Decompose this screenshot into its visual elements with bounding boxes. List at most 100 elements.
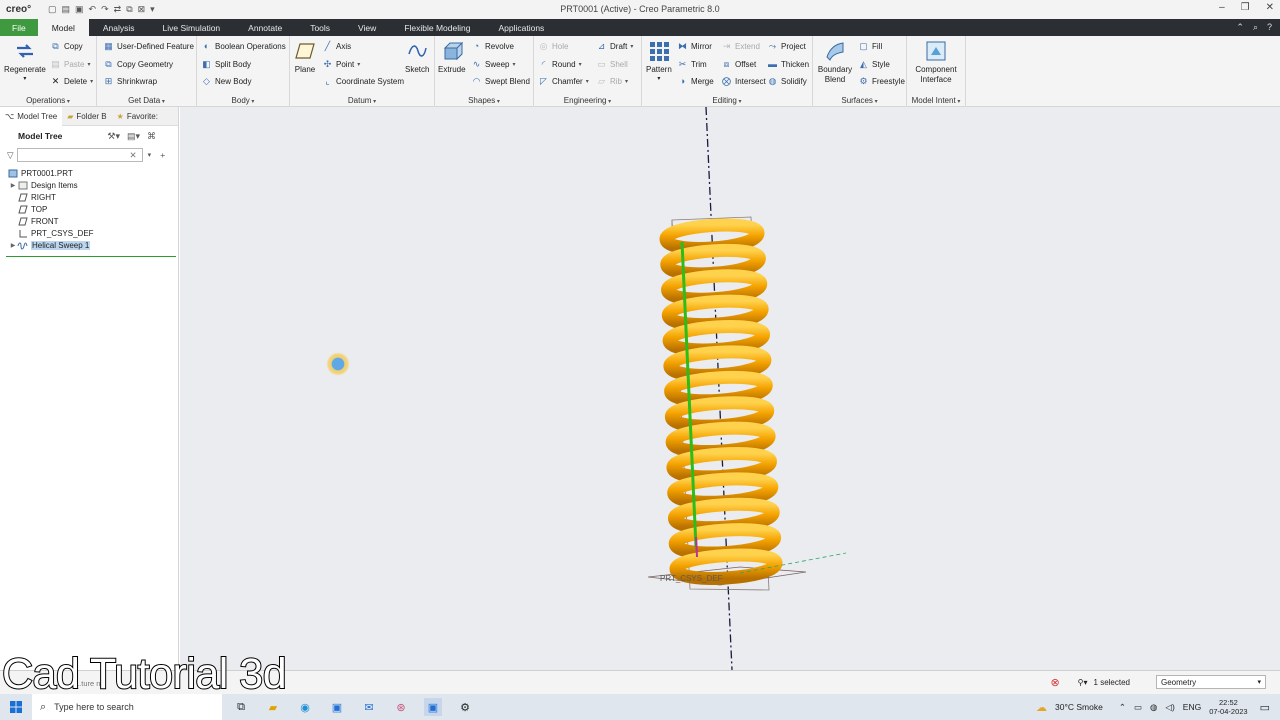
weather-text[interactable]: 30°C Smoke <box>1055 702 1103 712</box>
trim-button[interactable]: ✂ Trim <box>677 58 707 70</box>
expand-icon[interactable]: ▶ <box>9 182 17 189</box>
file-explorer-icon[interactable]: ▰ <box>264 698 282 716</box>
get-data-group-title[interactable]: Get Data <box>97 96 196 105</box>
round-button[interactable]: ◜ Round <box>538 58 582 70</box>
tab-file[interactable]: File <box>0 19 38 36</box>
notifications-icon[interactable]: ▭ <box>1260 701 1270 714</box>
start-button[interactable] <box>0 701 32 713</box>
project-button[interactable]: ⤳ Project <box>767 40 806 52</box>
sketch-button[interactable]: Sketch <box>405 40 429 75</box>
spring-model[interactable]: PRT_CSYS_DEF <box>180 107 1280 670</box>
tree-item-part[interactable]: PRT0001.PRT <box>0 167 178 179</box>
graphics-window[interactable]: PRT_CSYS_DEF <box>180 107 1280 670</box>
hole-button[interactable]: ◎ Hole <box>538 40 569 52</box>
tab-view[interactable]: View <box>344 19 390 36</box>
point-button[interactable]: ✣ Point <box>322 58 360 70</box>
customize-icon[interactable]: ▾ <box>150 4 155 15</box>
editing-group-title[interactable]: Editing <box>642 96 812 105</box>
redo-icon[interactable]: ↷ <box>101 4 109 15</box>
close-window-icon[interactable]: ⊠ <box>138 4 146 15</box>
datum-group-title[interactable]: Datum <box>290 96 434 105</box>
find-icon[interactable]: ⚲▾ <box>1078 678 1088 687</box>
tree-item-right[interactable]: RIGHT <box>0 191 178 203</box>
tree-item-front[interactable]: FRONT <box>0 215 178 227</box>
filter-icon[interactable]: ▽ <box>7 150 14 161</box>
regenerate-small-icon[interactable]: ⇄ <box>114 4 122 15</box>
network-icon[interactable]: ◍ <box>1150 702 1157 713</box>
clock[interactable]: 22:52 07-04-2023 <box>1209 698 1247 716</box>
shapes-group-title[interactable]: Shapes <box>435 96 533 105</box>
tray-app-icon[interactable]: ▭ <box>1134 702 1142 713</box>
tab-annotate[interactable]: Annotate <box>234 19 296 36</box>
extrude-button[interactable]: Extrude <box>438 40 466 75</box>
fill-button[interactable]: ▢ Fill <box>858 40 882 52</box>
search-icon[interactable]: ⌕ <box>1253 22 1258 33</box>
active-window-icon[interactable]: ▣ <box>424 698 442 716</box>
boundary-blend-button[interactable]: Boundary Blend <box>816 40 854 84</box>
user-defined-feature-button[interactable]: ▦ User-Defined Feature <box>103 40 194 52</box>
tab-applications[interactable]: Applications <box>484 19 558 36</box>
add-icon[interactable]: + <box>160 150 165 160</box>
solidify-button[interactable]: ◍ Solidify <box>767 75 807 87</box>
creo-app-icon[interactable]: ⊛ <box>392 698 410 716</box>
expand-icon[interactable]: ▶ <box>9 242 17 249</box>
tree-item-csys[interactable]: PRT_CSYS_DEF <box>0 227 178 239</box>
clear-search-icon[interactable]: ✕ <box>130 150 137 161</box>
search-dropdown-icon[interactable]: ▾ <box>148 151 152 159</box>
paste-button[interactable]: ▤ Paste <box>50 58 90 70</box>
tab-favorites[interactable]: ★ Favorite: <box>112 107 163 126</box>
stop-icon[interactable]: ⊗ <box>1050 676 1059 689</box>
tab-live-simulation[interactable]: Live Simulation <box>149 19 235 36</box>
split-body-button[interactable]: ◧ Split Body <box>201 58 251 70</box>
shrinkwrap-button[interactable]: ⊞ Shrinkwrap <box>103 75 157 87</box>
insert-here-indicator[interactable] <box>6 256 176 257</box>
delete-button[interactable]: ✕ Delete <box>50 75 93 87</box>
tab-model[interactable]: Model <box>37 19 89 36</box>
sweep-button[interactable]: ∿ Sweep <box>471 58 515 70</box>
body-group-title[interactable]: Body <box>197 96 289 105</box>
selection-filter-select[interactable]: Geometry ▾ <box>1156 675 1266 689</box>
task-view-icon[interactable]: ⧉ <box>232 698 250 716</box>
copy-button[interactable]: ⧉ Copy <box>50 40 82 52</box>
operations-group-title[interactable]: Operations <box>0 96 96 105</box>
store-icon[interactable]: ▣ <box>328 698 346 716</box>
tree-search-input[interactable] <box>16 148 143 162</box>
tab-flexible-modeling[interactable]: Flexible Modeling <box>390 19 484 36</box>
rib-button[interactable]: ▱ Rib <box>596 75 628 87</box>
open-icon[interactable]: ▤ <box>62 4 71 15</box>
shell-button[interactable]: ▭ Shell <box>596 58 628 70</box>
component-interface-button[interactable]: Component Interface <box>910 40 962 84</box>
chamfer-button[interactable]: ◸ Chamfer <box>538 75 589 87</box>
copy-geometry-button[interactable]: ⧉ Copy Geometry <box>103 58 173 70</box>
revolve-button[interactable]: ◔ Revolve <box>471 40 514 52</box>
tab-folder-browser[interactable]: ▰ Folder B <box>62 107 111 126</box>
tree-settings-icon[interactable]: ⚒▾ <box>107 131 120 142</box>
minimize-icon[interactable]: – <box>1219 2 1225 13</box>
tree-item-top[interactable]: TOP <box>0 203 178 215</box>
draft-button[interactable]: ⊿ Draft <box>596 40 633 52</box>
extend-button[interactable]: ⇥ Extend <box>721 40 760 52</box>
save-icon[interactable]: ▣ <box>75 4 84 15</box>
tray-chevron-icon[interactable]: ⌃ <box>1119 702 1126 713</box>
close-icon[interactable]: ✕ <box>1266 2 1274 13</box>
language-indicator[interactable]: ENG <box>1183 702 1201 712</box>
surfaces-group-title[interactable]: Surfaces <box>813 96 906 105</box>
tree-item-helical-sweep[interactable]: ▶ Helical Sweep 1 <box>0 239 178 251</box>
tab-analysis[interactable]: Analysis <box>89 19 149 36</box>
offset-button[interactable]: ⧈ Offset <box>721 58 757 70</box>
engineering-group-title[interactable]: Engineering <box>534 96 641 105</box>
thicken-button[interactable]: ▬ Thicken <box>767 58 809 70</box>
freestyle-button[interactable]: ⚙ Freestyle <box>858 75 904 87</box>
undo-icon[interactable]: ↶ <box>89 4 97 15</box>
windows-icon[interactable]: ⧉ <box>126 4 132 15</box>
new-icon[interactable]: ▢ <box>48 4 57 15</box>
collapse-ribbon-icon[interactable]: ⌃ <box>1236 22 1244 33</box>
boolean-operations-button[interactable]: ◐ Boolean Operations <box>201 40 286 52</box>
mirror-button[interactable]: ⧓ Mirror <box>677 40 712 52</box>
intersect-button[interactable]: ⨂ Intersect <box>721 75 766 87</box>
tab-model-tree[interactable]: ⌥ Model Tree <box>0 106 63 126</box>
tree-show-icon[interactable]: ▤▾ <box>127 131 140 142</box>
tab-tools[interactable]: Tools <box>296 19 344 36</box>
new-body-button[interactable]: ◇ New Body <box>201 75 251 87</box>
tree-filter-icon[interactable]: ⌘ <box>147 131 156 142</box>
